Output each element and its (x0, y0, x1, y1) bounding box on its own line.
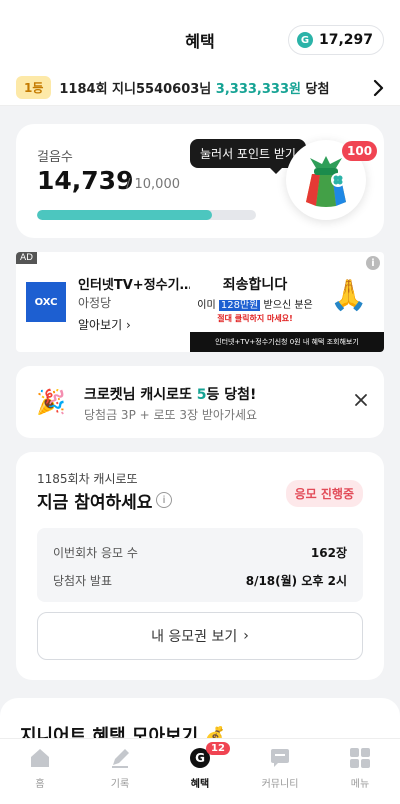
lotto-info-box: 이번회차 응모 수 162장 당첨자 발표 8/18(월) 오후 2시 (37, 528, 363, 602)
lotto-title: 지금 참여하세요 (37, 493, 153, 513)
tab-benefits-badge: 12 (206, 742, 230, 755)
tab-record[interactable]: 기록 (80, 739, 160, 804)
win-notice-subtitle: 당첨금 3P + 로또 3장 받아가세요 (84, 408, 258, 422)
chevron-right-small-icon: › (126, 318, 131, 332)
ad-banner-card[interactable]: AD OXC 인터넷TV+정수기 최대혜택 아정당 알아보기 › 죄송합니다 이… (16, 252, 384, 352)
info-icon[interactable]: i (156, 492, 172, 508)
lotto-round: 1185회차 캐시로또 (37, 472, 138, 486)
notice-title-rank: 5 (196, 387, 207, 403)
winner-text: 1184회 지니5540603님 3,333,333원 당첨 (59, 78, 329, 97)
entries-value: 162장 (310, 546, 347, 560)
steps-progress-fill (37, 210, 213, 220)
announcement-value: 8/18(월) 오후 2시 (245, 574, 347, 588)
rank-badge: 1등 (16, 76, 52, 99)
notice-title-suffix: 등 당첨! (206, 387, 257, 403)
ad-creative-headline: 죄송합니다 (222, 277, 288, 293)
ad-creative-line2: 절대 클릭하지 마세요! (217, 314, 293, 323)
bottom-tab-bar: 홈 기록 G 12 혜택 커뮤니티 메뉴 (0, 738, 400, 804)
ad-label: AD (16, 252, 38, 264)
ad-creative-footer: 인터넷+TV+정수기신청 0원 내 혜택 조회해보기 (190, 332, 384, 352)
win-notice-card[interactable]: 🎉 크로켓님 캐시로또 5등 당첨! 당첨금 3P + 로또 3장 받아가세요 (16, 366, 384, 438)
ad-info-icon[interactable]: i (366, 256, 380, 270)
steps-label: 걸음수 (37, 150, 73, 165)
advertiser-logo: OXC (26, 282, 66, 322)
ad-subtitle: 아정당 (78, 296, 112, 310)
winner-suffix: 당첨 (305, 82, 330, 97)
ad-line1-a: 이미 (197, 300, 216, 311)
tab-benefits-label: 혜택 (190, 779, 210, 790)
ad-creative[interactable]: 죄송합니다 이미 128만원 받으신 분은 절대 클릭하지 마세요! 🙏 인터넷… (190, 266, 384, 352)
tab-menu[interactable]: 메뉴 (320, 739, 400, 804)
notice-title-prefix: 크로켓님 캐시로또 (84, 387, 192, 403)
ad-line1-b: 받으신 분은 (263, 300, 313, 311)
ad-creative-line1: 이미 128만원 받으신 분은 (190, 296, 320, 311)
points-count-badge: 100 (342, 141, 378, 161)
winner-ticker[interactable]: 1등 1184회 지니5540603님 3,333,333원 당첨 (0, 70, 400, 106)
tab-menu-label: 메뉴 (350, 779, 370, 790)
app-header: 혜택 G 17,297 (0, 0, 400, 70)
tab-benefits[interactable]: G 12 혜택 (160, 739, 240, 804)
step-counter-card: 걸음수 14,739 / 10,000 눌러서 포인트 받기 100 (16, 124, 384, 238)
tab-home[interactable]: 홈 (0, 739, 80, 804)
ad-title: 인터넷TV+정수기 최대혜택 (78, 278, 196, 293)
chat-icon (269, 747, 291, 769)
cash-lotto-card: 1185회차 캐시로또 지금 참여하세요 i 응모 진행중 이번회차 응모 수 … (16, 452, 384, 680)
winner-prefix: 1184회 지니5540603님 (59, 82, 212, 97)
party-popper-icon: 🎉 (36, 388, 66, 416)
ad-cta-link[interactable]: 알아보기 › (78, 316, 131, 333)
ad-line1-highlight: 128만원 (218, 300, 261, 311)
steps-progress-bar (37, 210, 256, 220)
steps-goal: / 10,000 (126, 177, 180, 192)
svg-text:G: G (195, 751, 205, 765)
ad-cta-label: 알아보기 (78, 318, 123, 332)
chevron-right-icon: › (243, 628, 249, 644)
tab-home-label: 홈 (35, 779, 45, 790)
announcement-row: 당첨자 발표 8/18(월) 오후 2시 (53, 572, 347, 592)
praying-hands-icon: 🙏 (330, 278, 368, 313)
grid-icon (349, 747, 371, 769)
view-my-tickets-button[interactable]: 내 응모권 보기 › (37, 612, 363, 660)
win-notice-title: 크로켓님 캐시로또 5등 당첨! (84, 384, 256, 404)
pencil-icon (109, 747, 131, 769)
points-value: 17,297 (318, 32, 373, 48)
tab-record-label: 기록 (110, 779, 130, 790)
points-pill[interactable]: G 17,297 (287, 25, 384, 55)
home-icon (29, 747, 51, 769)
entries-label: 이번회차 응모 수 (53, 546, 138, 560)
close-icon[interactable] (354, 391, 368, 412)
view-tickets-label: 내 응모권 보기 (151, 629, 238, 645)
entries-row: 이번회차 응모 수 162장 (53, 544, 347, 564)
steps-value: 14,739 (37, 166, 134, 195)
winner-amount: 3,333,333원 (215, 82, 301, 97)
coin-icon: G (296, 32, 313, 48)
tab-community[interactable]: 커뮤니티 (240, 739, 320, 804)
announcement-label: 당첨자 발표 (53, 574, 113, 588)
chevron-right-icon[interactable] (372, 79, 384, 102)
tab-community-label: 커뮤니티 (261, 779, 299, 790)
status-badge: 응모 진행중 (285, 480, 363, 507)
